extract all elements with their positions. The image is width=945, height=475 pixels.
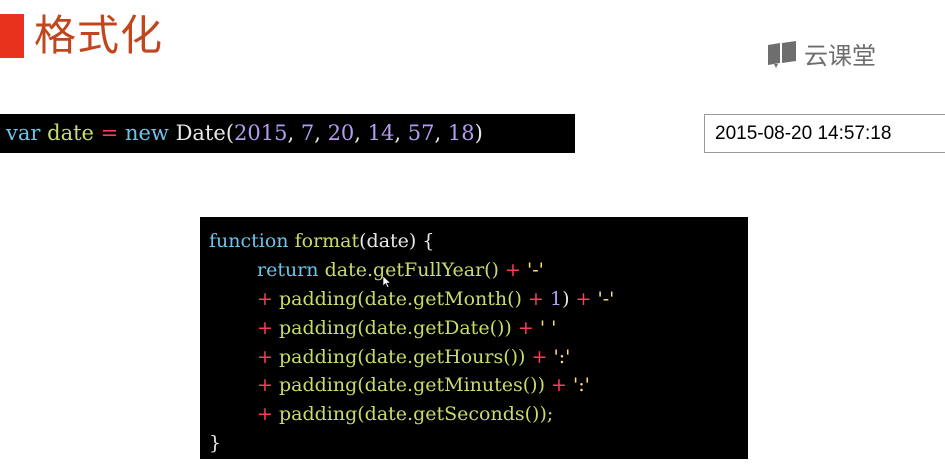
code-line: + padding(date.getSeconds()); <box>209 400 748 429</box>
code-sep: , <box>394 121 408 145</box>
code-brace: } <box>209 432 222 455</box>
code-string: ':' <box>553 345 571 368</box>
code-line: + padding(date.getMinutes()) + ':' <box>209 371 748 400</box>
date-constructor-code: var date = new Date(2015, 7, 20, 14, 57,… <box>0 114 575 153</box>
code-keyword: function <box>209 230 289 252</box>
code-operator: + <box>551 374 567 397</box>
code-expression: date.getFullYear() <box>324 258 499 281</box>
code-operator: + <box>257 287 273 310</box>
format-function-code: function format(date) { return date.getF… <box>200 217 748 459</box>
code-arg: 14 <box>367 121 395 145</box>
code-operator: + <box>517 316 534 339</box>
code-operator: + <box>531 345 548 368</box>
code-arg: 7 <box>300 121 315 145</box>
code-string: '-' <box>597 287 615 310</box>
code-string: ' ' <box>539 316 557 339</box>
code-call: padding(date.getSeconds()); <box>278 403 554 426</box>
code-keyword: var <box>6 121 41 145</box>
brand: 云课堂 <box>766 36 876 70</box>
code-params: (date) { <box>359 230 435 252</box>
mouse-cursor-icon <box>383 276 391 288</box>
code-arg: 20 <box>327 121 355 145</box>
code-sep: , <box>314 121 328 145</box>
code-string: '-' <box>527 258 544 281</box>
code-line: + padding(date.getHours()) + ':' <box>209 343 748 372</box>
code-paren: ) <box>562 287 570 310</box>
code-operator: + <box>257 403 273 426</box>
code-operator: + <box>257 316 273 339</box>
code-keyword: new <box>124 121 169 145</box>
code-identifier: date <box>47 121 94 145</box>
brand-name: 云课堂 <box>804 41 876 70</box>
code-arg: 18 <box>447 121 475 145</box>
code-operator: + <box>528 287 544 310</box>
code-operator: = <box>100 121 119 145</box>
code-line: function format(date) { <box>209 227 748 256</box>
code-keyword: return <box>257 258 319 281</box>
code-line: return date.getFullYear() + '-' <box>209 256 748 285</box>
slide-title: 格式化 <box>34 11 164 60</box>
code-line: } <box>209 429 748 458</box>
code-operator: + <box>505 258 521 281</box>
code-number: 1 <box>549 287 563 310</box>
code-sep: , <box>354 121 368 145</box>
code-call: padding(date.getMonth() <box>278 287 522 310</box>
code-call: padding(date.getHours()) <box>278 345 526 368</box>
code-call: padding(date.getDate()) <box>278 316 512 339</box>
code-paren: ( <box>225 121 235 145</box>
code-line: + padding(date.getMonth() + 1) + '-' <box>209 285 748 314</box>
code-paren: ) <box>474 121 483 145</box>
code-sep: , <box>287 121 301 145</box>
code-function-name: format <box>294 230 360 252</box>
code-string: ':' <box>573 374 590 397</box>
code-arg: 2015 <box>234 121 288 145</box>
code-arg: 57 <box>407 121 435 145</box>
code-call: padding(date.getMinutes()) <box>278 374 545 397</box>
code-operator: + <box>575 287 592 310</box>
code-constructor: Date <box>175 121 226 145</box>
code-line: + padding(date.getDate()) + ' ' <box>209 314 748 343</box>
book-logo-icon <box>768 41 796 68</box>
code-sep: , <box>434 121 448 145</box>
code-operator: + <box>257 374 273 397</box>
code-operator: + <box>257 345 273 368</box>
formatted-date-output[interactable]: 2015-08-20 14:57:18 <box>704 114 945 153</box>
title-accent-bar <box>0 14 24 58</box>
